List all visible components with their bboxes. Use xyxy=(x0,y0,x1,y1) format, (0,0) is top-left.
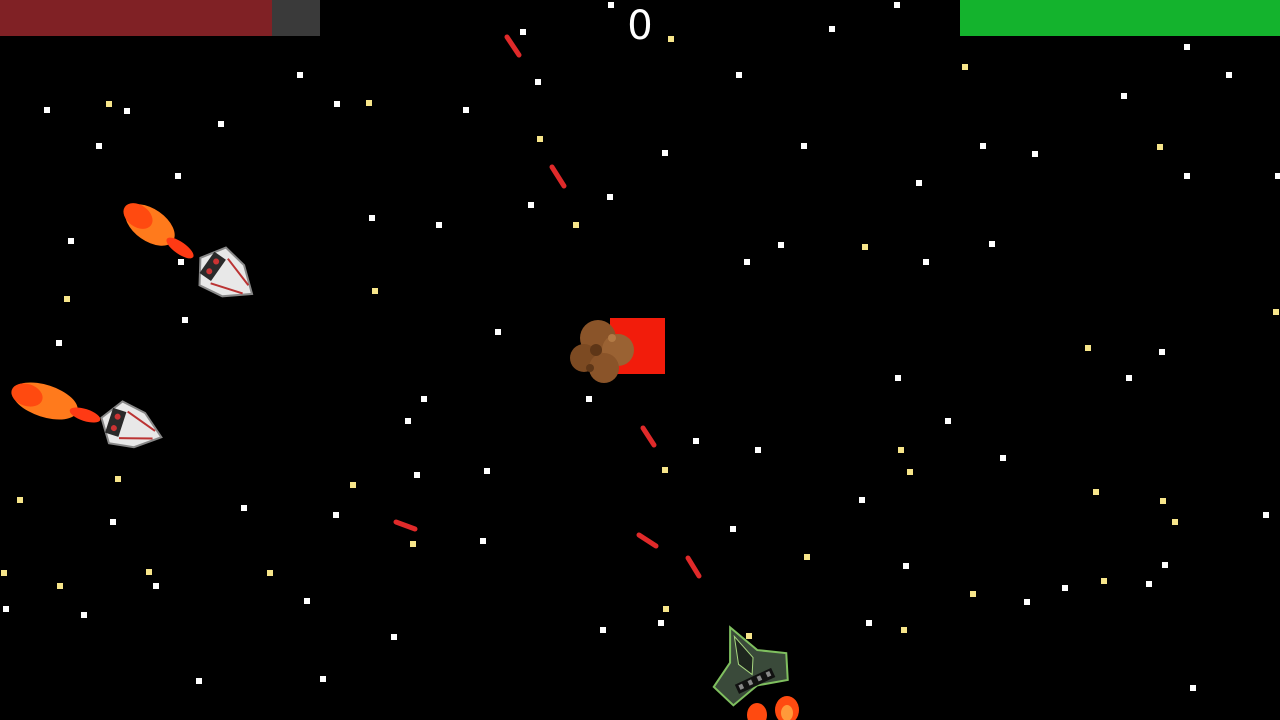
laser-bolt xyxy=(685,555,702,579)
laser-bolt xyxy=(504,34,522,58)
enemy-hull xyxy=(100,400,163,449)
engine-flame-icon xyxy=(123,203,194,259)
player-hull xyxy=(712,625,789,707)
player-ship xyxy=(712,625,799,720)
enemy-ship xyxy=(123,203,254,298)
enemy-hull xyxy=(198,246,254,298)
laser-bolt xyxy=(393,519,418,532)
game-canvas[interactable]: 0 xyxy=(0,0,1280,720)
laser-bolt xyxy=(549,164,567,189)
engine-flame-icon xyxy=(11,382,101,423)
enemy-ship xyxy=(11,382,163,449)
laser-bolt xyxy=(636,532,659,549)
asteroid xyxy=(570,318,665,383)
engine-flame-icon xyxy=(747,696,799,720)
laser-bolt xyxy=(640,425,657,448)
